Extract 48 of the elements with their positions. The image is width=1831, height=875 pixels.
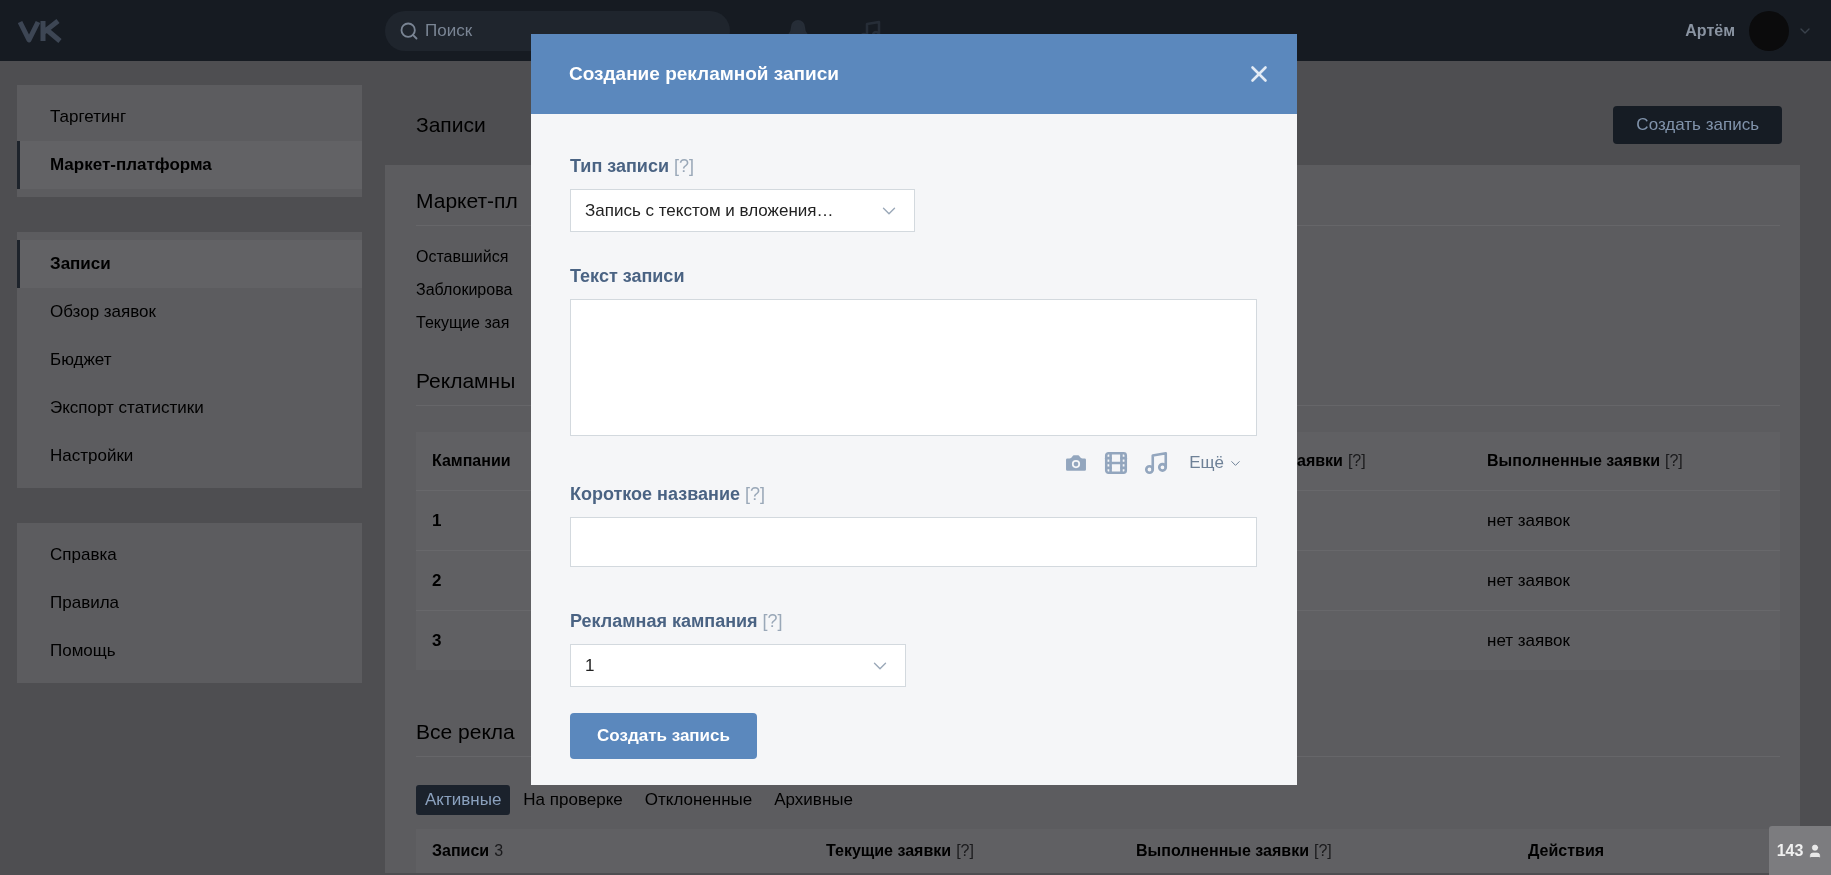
field-label: Текст записи [570, 266, 685, 287]
table-cell: 2 [432, 570, 442, 591]
create-post-button[interactable]: Создать запись [570, 713, 757, 759]
user-name[interactable]: Артём [1685, 21, 1735, 40]
tab[interactable]: Активные [416, 785, 511, 815]
dropdown[interactable]: 1 [570, 644, 906, 687]
field-label: Рекламная кампания [?] [570, 611, 783, 632]
summary-line: Заблокирова [416, 280, 513, 300]
dialog-title: Создание рекламной записи [569, 63, 839, 85]
sidebar-item[interactable]: Таргетинг [17, 93, 362, 141]
tab[interactable]: На проверке [514, 785, 632, 815]
sidebar-item[interactable]: Обзор заявок [17, 288, 362, 336]
input-field[interactable] [570, 517, 1257, 567]
film-icon[interactable] [1103, 450, 1130, 476]
online-count-toast[interactable]: 143 [1769, 826, 1831, 875]
dropdown[interactable]: Запись с текстом и вложения… [570, 189, 915, 232]
column-header: Кампании [432, 452, 511, 470]
page-title: Записи [416, 113, 486, 137]
field-label: Короткое название [?] [570, 484, 765, 505]
column-header: Текущие заявки [?] [826, 842, 974, 860]
sidebar-item[interactable]: Справка [17, 531, 362, 579]
sidebar-item[interactable]: Правила [17, 579, 362, 627]
table-cell: нет заявок [1487, 570, 1570, 591]
more-dropdown[interactable]: Ещё [1189, 453, 1243, 473]
sidebar-item[interactable]: Бюджет [17, 336, 362, 384]
online-count: 143 [1776, 841, 1804, 860]
summary-line: Оставшийся [416, 247, 509, 267]
sidebar-item[interactable]: Маркет-платформа [17, 141, 362, 189]
column-header: Действия [1528, 842, 1605, 860]
column-header: Выполненные заявки [?] [1136, 842, 1332, 860]
search-icon [399, 20, 419, 41]
sidebar-item[interactable]: Записи [17, 240, 362, 288]
field-label: Тип записи [?] [570, 156, 694, 177]
column-header: Записи 3 [432, 842, 504, 860]
sidebar-item[interactable]: Помощь [17, 627, 362, 675]
table-cell: 3 [432, 630, 442, 651]
column-header: Выполненные заявки [?] [1487, 452, 1683, 470]
music-note-icon[interactable] [1143, 450, 1170, 476]
table-cell: нет заявок [1487, 630, 1570, 651]
summary-line: Текущие зая [416, 313, 510, 333]
sidebar-item[interactable]: Экспорт статистики [17, 384, 362, 432]
tab[interactable]: Архивные [765, 785, 862, 815]
column-header: аявки [?] [1297, 452, 1366, 470]
create-post-button[interactable]: Создать запись [1613, 106, 1782, 144]
table-cell: 1 [432, 510, 442, 531]
sidebar-item[interactable]: Настройки [17, 432, 362, 480]
table-cell: нет заявок [1487, 510, 1570, 531]
tab[interactable]: Отклоненные [635, 785, 762, 815]
